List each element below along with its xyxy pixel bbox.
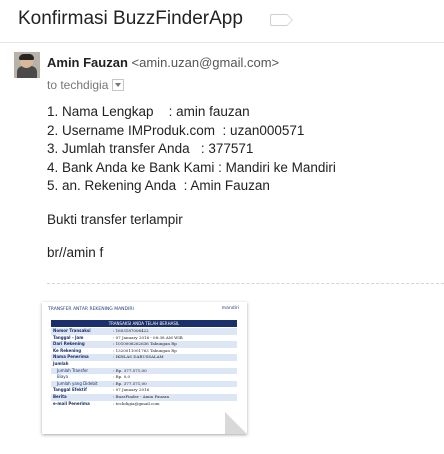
table-cell-value: : techdigia@gmail.com — [111, 400, 237, 408]
avatar[interactable] — [14, 52, 40, 78]
table-cell-key: Jumlah — [51, 360, 111, 368]
table-cell-value: : 1010006262636 Tabungan Rp — [111, 341, 237, 348]
table-row: Berita: BuzzFinder - Amin Fauzan — [51, 393, 237, 401]
sender-line: Amin Fauzan <amin.uzan@gmail.com> — [47, 55, 279, 70]
header-divider — [0, 42, 444, 43]
table-cell-value: : Rp. 377.571,00 — [111, 380, 237, 388]
attachment-separator — [47, 283, 444, 284]
body-line: 4. Bank Anda ke Bank Kami : Mandiri ke M… — [47, 159, 336, 175]
table-row: Tanggal Efektif: 07 January 2016 — [51, 387, 237, 394]
table-row: e-mail Penerima: techdigia@gmail.com — [51, 400, 237, 408]
table-cell-key: Jumlah Transfer — [51, 367, 111, 375]
page-curl — [225, 412, 247, 434]
table-row: Nama Penerima: IKHLAS DARUSSALAM — [51, 354, 237, 361]
table-cell-key: Nama Penerima — [51, 354, 111, 361]
body-line: 2. Username IMProduk.com : uzan000571 — [47, 122, 305, 138]
attachment-thumbnail[interactable]: TRANSFER ANTAR REKENING MANDIRI mandiri … — [42, 302, 247, 434]
table-cell-key: Berita — [51, 393, 111, 401]
table-cell-key: Tanggal - Jam — [51, 334, 111, 342]
table-row: Tanggal - Jam: 07 January 2016 - 08:38 A… — [51, 334, 237, 342]
signature: br//amin f — [47, 245, 104, 260]
table-cell-value: : 07 January 2016 - 08:38 AM WIB — [111, 334, 237, 342]
sender-name[interactable]: Amin Fauzan — [47, 55, 128, 70]
recipient-line: to techdigia — [47, 78, 125, 92]
email-body: 1. Nama Lengkap : amin fauzan 2. Usernam… — [47, 103, 336, 263]
table-cell-value: : 1320011001763 Tabungan Rp — [111, 347, 237, 355]
transfer-details-table: Nomor Transaksi: 1603187006422 Tanggal - … — [51, 328, 237, 408]
body-line: 5. an. Rekening Anda : Amin Fauzan — [47, 178, 270, 193]
sender-email: <amin.uzan@gmail.com> — [131, 55, 280, 70]
table-cell-value — [111, 360, 237, 368]
table-cell-key: Tanggal Efektif — [51, 387, 111, 394]
bank-logo: mandiri — [221, 306, 239, 311]
table-cell-key: Jumlah yang Didebit — [51, 380, 111, 388]
body-line: 1. Nama Lengkap : amin fauzan — [47, 104, 250, 119]
attachment-note: Bukti transfer terlampir — [47, 211, 183, 227]
table-cell-value: : 1603187006422 — [111, 328, 237, 335]
doc-title: TRANSFER ANTAR REKENING MANDIRI — [48, 307, 134, 312]
table-cell-key: Nomor Transaksi — [51, 328, 111, 335]
table-cell-value: : BuzzFinder - Amin Fauzan — [111, 393, 237, 401]
table-cell-value: : Rp. 377.571,00 — [111, 367, 237, 375]
table-cell-value: : Rp. 0,0 — [111, 374, 237, 381]
table-row: Jumlah — [51, 360, 237, 368]
table-cell-key: Dari Rekening — [51, 341, 111, 348]
table-cell-value: : 07 January 2016 — [111, 387, 237, 394]
table-row: Dari Rekening: 1010006262636 Tabungan Rp — [51, 341, 237, 348]
table-row: Nomor Transaksi: 1603187006422 — [51, 328, 237, 335]
table-cell-key: Ke Rekening — [51, 347, 111, 355]
table-row: Jumlah yang Didebit: Rp. 377.571,00 — [51, 380, 237, 388]
label-tag-icon[interactable] — [270, 14, 293, 26]
table-row: Jumlah Transfer: Rp. 377.571,00 — [51, 367, 237, 375]
body-line: 3. Jumlah transfer Anda : 377571 — [47, 141, 254, 156]
table-row: Ke Rekening: 1320011001763 Tabungan Rp — [51, 347, 237, 355]
table-row: Biaya: Rp. 0,0 — [51, 374, 237, 381]
table-cell-key: e-mail Penerima — [51, 400, 111, 408]
email-subject: Konfirmasi BuzzFinderApp — [18, 8, 243, 29]
table-cell-value: : IKHLAS DARUSSALAM — [111, 354, 237, 361]
doc-header: TRANSAKSI ANDA TELAH BERHASIL — [51, 320, 237, 327]
recipient-label: to techdigia — [47, 78, 109, 92]
table-cell-key: Biaya — [51, 374, 111, 381]
recipient-details-dropdown-icon[interactable] — [112, 78, 125, 91]
